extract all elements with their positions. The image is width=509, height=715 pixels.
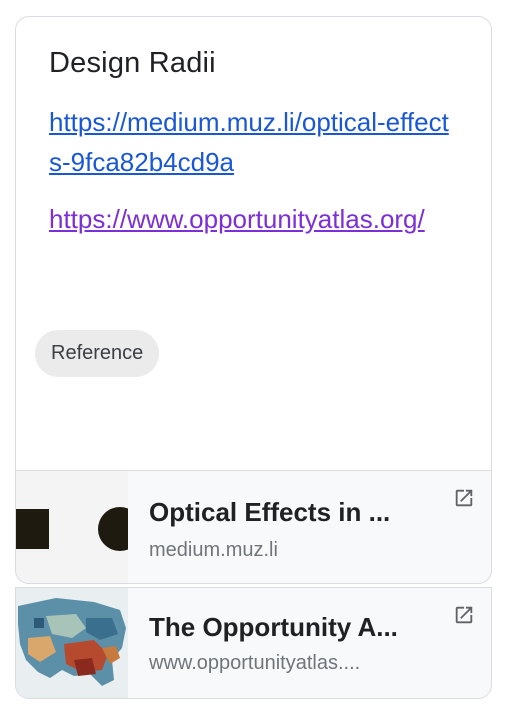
- note-link-medium[interactable]: https://medium.muz.li/optical-effects-9f…: [49, 102, 459, 182]
- preview-title: The Opportunity A...: [149, 612, 398, 642]
- link-preview-medium[interactable]: Optical Effects in ... medium.muz.li: [15, 470, 492, 584]
- preview-domain: medium.muz.li: [149, 539, 278, 561]
- us-map-image: [16, 588, 128, 698]
- thumbnail-shapes: [16, 471, 128, 583]
- thumbnail-us-map: [16, 588, 128, 698]
- circle-shape: [98, 507, 128, 551]
- open-in-new-icon[interactable]: [453, 604, 475, 626]
- label-chip-reference[interactable]: Reference: [35, 330, 160, 377]
- square-shape: [16, 509, 49, 549]
- note-link-opportunityatlas[interactable]: https://www.opportunityatlas.org/: [49, 199, 459, 239]
- preview-title: Optical Effects in ...: [149, 497, 391, 527]
- link-preview-opportunityatlas[interactable]: The Opportunity A... www.opportunityatla…: [15, 587, 492, 699]
- note-title: Design Radii: [49, 47, 216, 79]
- preview-domain: www.opportunityatlas....: [149, 652, 361, 674]
- open-in-new-icon[interactable]: [453, 487, 475, 509]
